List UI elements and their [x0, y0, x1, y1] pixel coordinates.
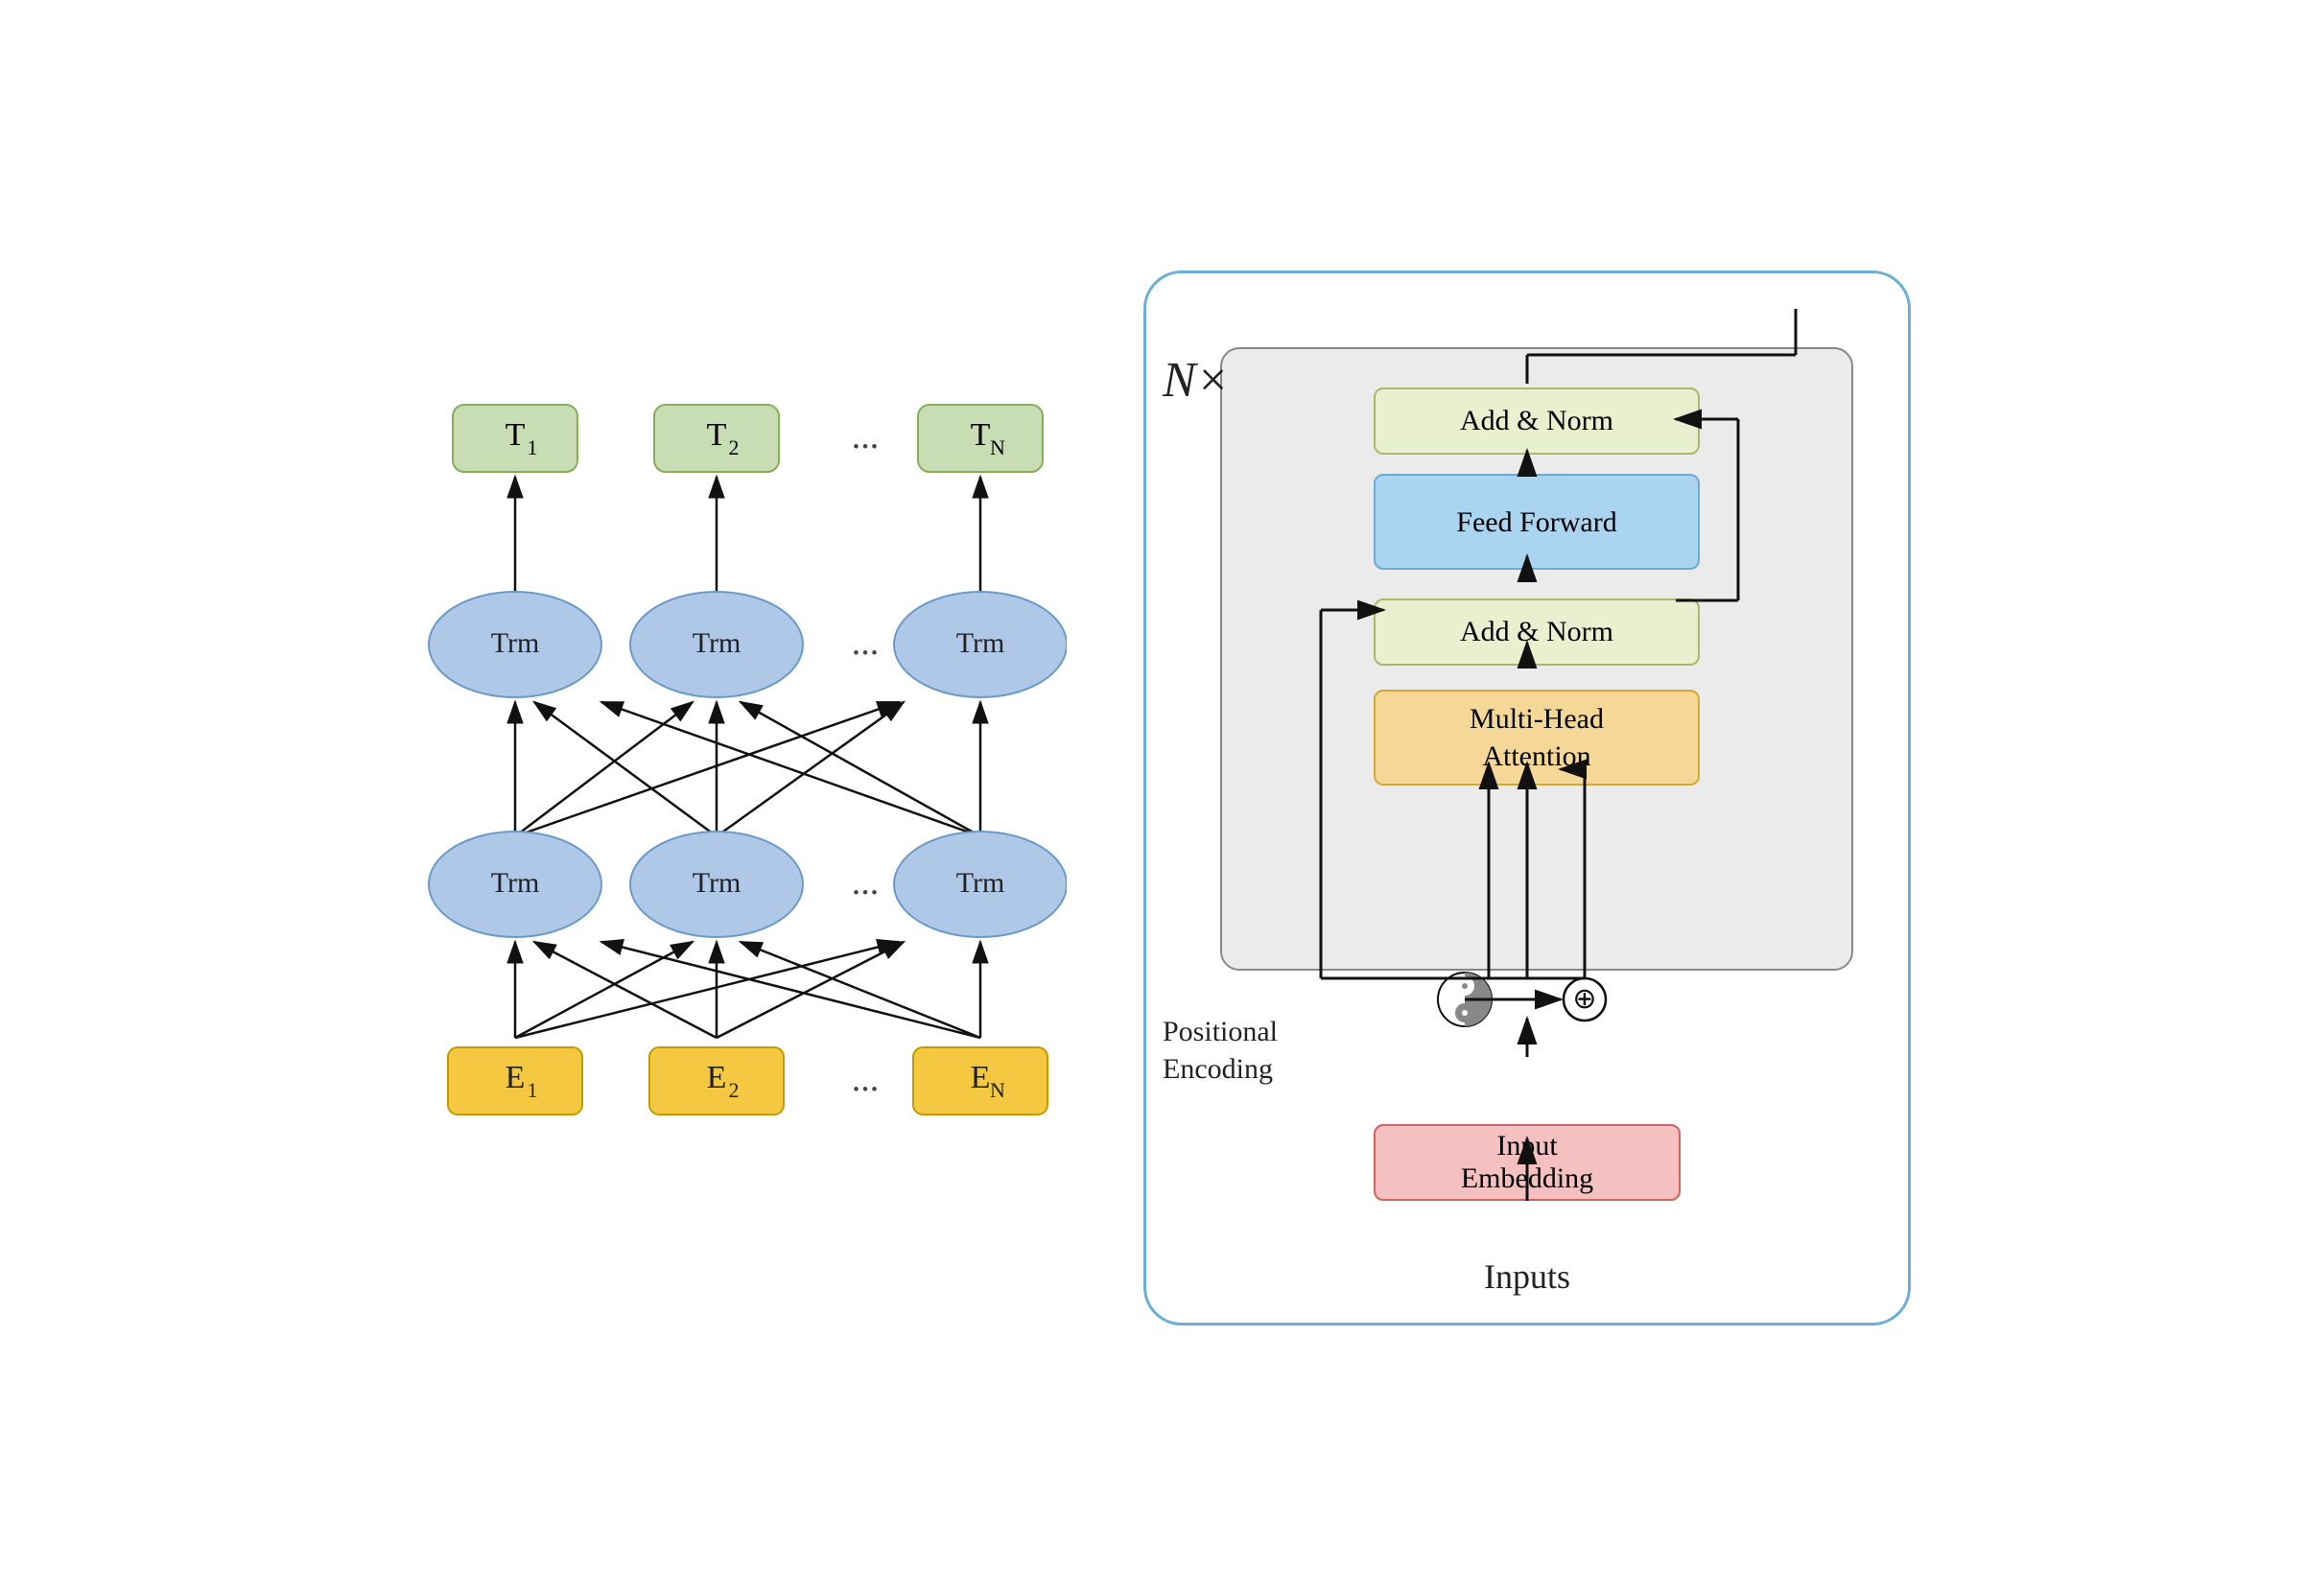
svg-text:Trm: Trm	[693, 867, 741, 899]
svg-text:2: 2	[729, 1078, 740, 1102]
positional-encoding-label: Positional Encoding	[1163, 1013, 1316, 1088]
multi-head-label: Multi-Head Attention	[1470, 700, 1604, 775]
input-embedding-label: Input Embedding	[1461, 1130, 1593, 1195]
add-norm-bottom-box: Add & Norm	[1374, 598, 1700, 666]
left-diagram-svg: T 1 T 2 ... T N Trm Trm ... Trm	[395, 366, 1067, 1230]
svg-text:Trm: Trm	[956, 867, 1005, 899]
svg-text:...: ...	[852, 862, 880, 903]
svg-text:...: ...	[852, 416, 880, 457]
add-norm-top-box: Add & Norm	[1374, 387, 1700, 455]
nx-label: N×	[1163, 352, 1230, 409]
right-diagram: Add & Norm Feed Forward Add & Norm Multi…	[1143, 270, 1911, 1326]
feed-forward-box: Feed Forward	[1374, 474, 1700, 570]
svg-text:Trm: Trm	[491, 627, 540, 659]
input-embedding-box: Input Embedding	[1374, 1124, 1681, 1201]
svg-text:1: 1	[528, 1078, 538, 1102]
main-container: T 1 T 2 ... T N Trm Trm ... Trm	[98, 79, 2208, 1517]
svg-text:E: E	[707, 1060, 727, 1095]
transformer-block: Add & Norm Feed Forward Add & Norm Multi…	[1220, 347, 1853, 971]
add-norm-bottom-label: Add & Norm	[1460, 616, 1613, 648]
add-norm-top-label: Add & Norm	[1460, 405, 1613, 437]
svg-text:E: E	[971, 1060, 991, 1095]
feed-forward-label: Feed Forward	[1456, 504, 1616, 541]
svg-text:...: ...	[852, 1059, 880, 1099]
multi-head-attention-box: Multi-Head Attention	[1374, 690, 1700, 786]
svg-text:1: 1	[528, 435, 538, 459]
svg-text:T: T	[971, 417, 991, 453]
svg-text:N: N	[990, 1078, 1005, 1102]
svg-text:...: ...	[852, 622, 880, 663]
svg-text:Trm: Trm	[693, 627, 741, 659]
inputs-label: Inputs	[1484, 1256, 1570, 1297]
svg-text:T: T	[707, 417, 727, 453]
svg-text:E: E	[506, 1060, 526, 1095]
svg-text:N: N	[990, 435, 1005, 459]
svg-text:T: T	[506, 417, 526, 453]
left-diagram: T 1 T 2 ... T N Trm Trm ... Trm	[395, 366, 1067, 1230]
svg-text:Trm: Trm	[491, 867, 540, 899]
svg-text:2: 2	[729, 435, 740, 459]
svg-text:Trm: Trm	[956, 627, 1005, 659]
